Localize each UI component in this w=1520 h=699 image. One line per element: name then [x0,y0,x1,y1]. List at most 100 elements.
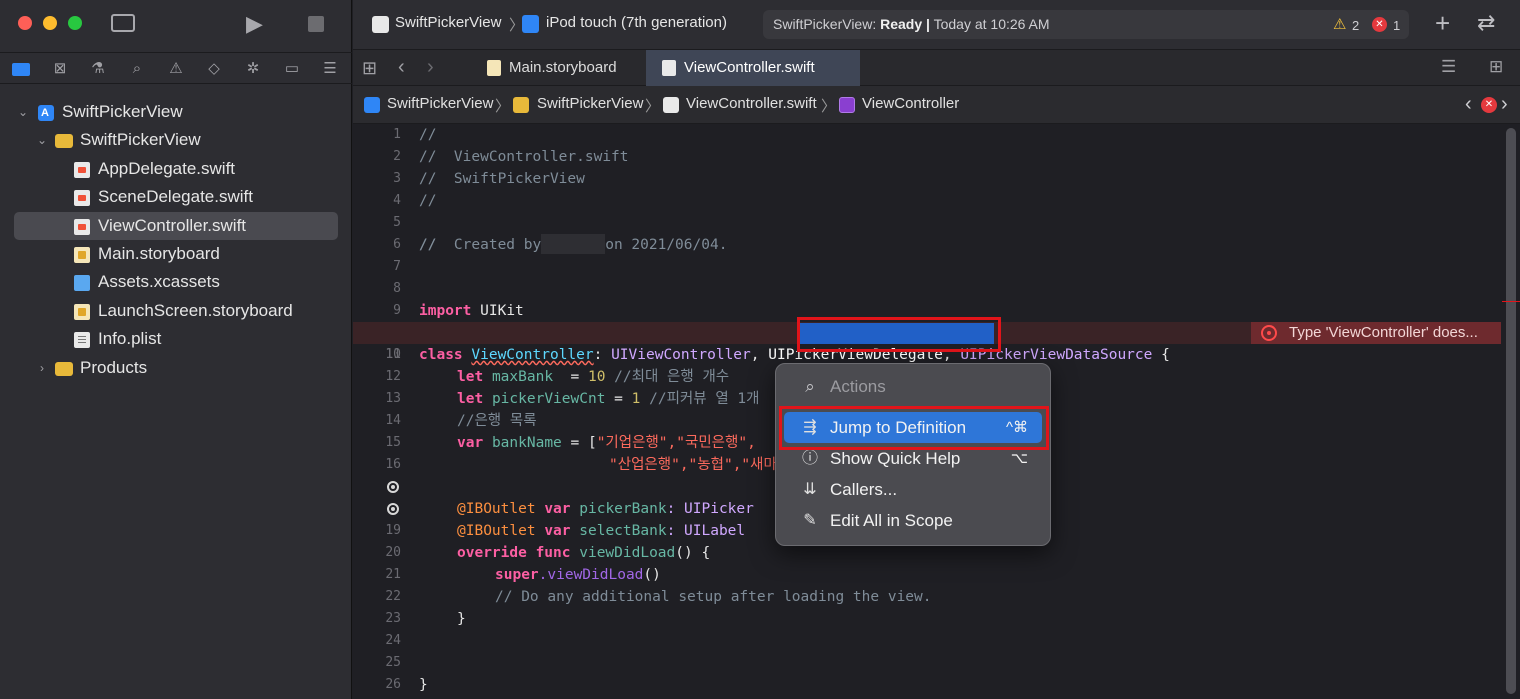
line-number: 14 [385,413,401,428]
next-issue-icon[interactable]: › [1501,93,1508,116]
run-icon[interactable]: ▶ [246,11,263,37]
chevron-down-icon[interactable]: ⌄ [16,98,30,126]
code-line: 1 // [353,124,1501,146]
zoom-window-button[interactable] [68,16,82,30]
swift-file-icon [74,161,90,178]
symbol-navigator-icon[interactable]: ⚗ [88,59,108,79]
line-number: 12 [385,369,401,384]
editor-tab-bar: ⊞ ‹ › Main.storyboard ViewController.swi… [353,50,1520,86]
code-line: 6 // [353,234,1501,256]
error-icon[interactable]: ✕ [1372,17,1387,32]
test-navigator-icon[interactable]: ◇ [204,59,224,79]
annotation-highlight-box [779,406,1049,450]
scheme-icon [372,16,389,33]
search-icon: ⌕ [805,377,815,396]
callers-icon: ⇊ [803,481,817,498]
sidebar-toggle-icon[interactable] [111,14,135,32]
code-line: 25 } [353,652,1501,693]
tab-viewcontroller-swift[interactable]: ViewController.swift [646,50,860,86]
line-number: 8 [393,281,401,296]
error-message: Type 'ViewController' does... [1289,324,1478,341]
swift-file-icon [74,218,90,235]
scrollbar-thumb[interactable] [1506,128,1516,694]
breadcrumb-symbol[interactable]: ViewController [862,95,959,112]
tree-group[interactable]: ⌄ SwiftPickerView [0,126,352,154]
tree-file-infoplist[interactable]: Info.plist [0,325,352,353]
breadcrumb-file[interactable]: ViewController.swift [686,95,817,112]
line-number: 24 [385,633,401,648]
line-number: 20 [385,545,401,560]
navigator-tabs: ⊠ ⚗ ⌕ ⚠ ◇ ✲ ▭ ☰ [0,52,352,84]
status-state: Ready [880,16,923,32]
asset-catalog-icon [74,275,90,292]
debug-navigator-icon[interactable]: ✲ [243,59,263,79]
tree-file-viewcontroller[interactable]: ViewController.swift [14,211,338,240]
source-control-icon[interactable]: ⊠ [50,59,70,79]
code-text: // SwiftPickerView [419,171,585,187]
tree-products[interactable]: › Products [0,354,352,382]
editor-options-icon[interactable]: ☰ [1441,57,1456,77]
close-window-button[interactable] [18,16,32,30]
code-line: 26 [353,674,1501,696]
outlet-connection-icon[interactable] [387,503,399,515]
stop-icon[interactable] [308,16,324,32]
code-text: // [419,237,437,253]
folder-icon [55,361,73,376]
line-number: 6 [393,237,401,252]
line-number: 25 [385,655,401,670]
add-icon[interactable]: + [1435,8,1450,39]
error-scroll-marker [1502,301,1520,302]
storyboard-file-icon [74,303,90,320]
code-line: 24 [353,630,1501,652]
breakpoint-navigator-icon[interactable]: ▭ [282,59,302,79]
breadcrumb-group[interactable]: SwiftPickerView [537,95,643,112]
line-number: 21 [385,567,401,582]
status-project: SwiftPickerView: [773,16,877,32]
tab-main-storyboard[interactable]: Main.storyboard [471,50,645,86]
error-icon[interactable]: ✕ [1481,97,1497,113]
line-number: 5 [393,215,401,230]
tree-file-launchscreen[interactable]: LaunchScreen.storyboard [0,297,352,325]
chevron-down-icon[interactable]: ⌄ [35,126,49,154]
grid-icon[interactable]: ⊞ [362,58,377,79]
line-number: 16 [385,457,401,472]
inline-error-banner[interactable]: Type 'ViewController' does... [1251,322,1501,344]
line-number: 9 [393,303,401,318]
chevron-right-icon[interactable]: › [35,354,49,382]
callers-item[interactable]: ⇊ Callers... [784,474,1042,505]
tree-project[interactable]: ⌄ SwiftPickerView [0,98,352,127]
menu-item-label: Edit All in Scope [830,511,953,530]
outlet-connection-icon[interactable] [387,481,399,493]
find-navigator-icon[interactable]: ⌕ [127,59,147,79]
tree-file-appdelegate[interactable]: AppDelegate.swift [0,155,352,183]
error-icon [1261,325,1277,341]
tree-file-scenedelegate[interactable]: SceneDelegate.swift [0,183,352,211]
issue-navigator-icon[interactable]: ⚠ [166,59,186,79]
project-navigator-icon[interactable] [11,59,31,79]
code-line: 23 [353,608,1501,630]
editor-scrollbar[interactable] [1506,128,1516,694]
tree-file-mainstoryboard[interactable]: Main.storyboard [0,240,352,268]
status-divider: | [926,16,930,32]
line-number: 4 [393,193,401,208]
destination-selector[interactable]: iPod touch (7th generation) [546,14,727,31]
products-label: Products [80,357,148,377]
code-line: 5 // Created by on 2021/06/04. [353,212,1501,254]
actions-search-field[interactable]: ⌕ Actions [784,372,1042,402]
swap-arrows-icon[interactable]: ⇄ [1477,10,1495,36]
back-arrow-icon[interactable]: ‹ [398,56,405,79]
chevron-right-icon: 〉 [495,98,511,115]
report-navigator-icon[interactable]: ☰ [320,59,340,79]
code-line: 3 // SwiftPickerView [353,168,1501,190]
storyboard-file-icon [487,60,501,76]
previous-issue-icon[interactable]: ‹ [1465,93,1472,116]
tree-file-assets[interactable]: Assets.xcassets [0,268,352,296]
forward-arrow-icon[interactable]: › [427,56,434,79]
edit-all-in-scope-item[interactable]: ✎ Edit All in Scope [784,505,1042,536]
add-editor-icon[interactable]: ⊞ [1489,57,1503,77]
warning-icon[interactable]: ⚠ [1333,10,1346,39]
line-number: 7 [393,259,401,274]
breadcrumb-project[interactable]: SwiftPickerView [387,95,493,112]
minimize-window-button[interactable] [43,16,57,30]
scheme-selector[interactable]: SwiftPickerView [395,14,501,31]
